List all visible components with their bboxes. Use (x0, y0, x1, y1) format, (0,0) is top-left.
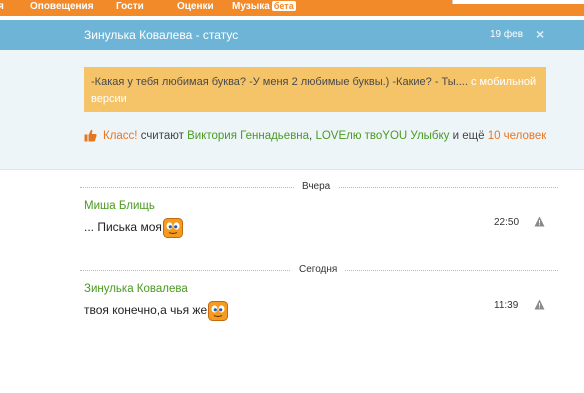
status-header: Зинулька Ковалева - статус 19 фев × (0, 20, 584, 50)
day-separator: Сегодня (80, 263, 558, 277)
message-item: Миша Блищь ... Писька моя 22:50 (84, 199, 554, 238)
more-likers-link[interactable]: 10 человек (488, 130, 547, 142)
like-considers: считают (137, 130, 188, 142)
message-text: ... Писька моя (84, 220, 162, 235)
day-label: Сегодня (291, 263, 346, 277)
status-date: 19 фев (490, 29, 524, 40)
smiley-icon (208, 301, 229, 321)
liker-link-1[interactable]: Виктория Геннадьевна (187, 130, 309, 142)
report-icon[interactable] (534, 216, 545, 227)
report-icon[interactable] (534, 299, 545, 310)
close-icon[interactable]: × (536, 26, 544, 42)
smiley-icon (162, 218, 183, 238)
liker-link-2[interactable]: LOVEлю твоYOU Улыбку (315, 130, 449, 142)
beta-badge: бета (271, 1, 296, 11)
klass-link[interactable]: Класс! (103, 130, 138, 142)
status-bubble: -Какая у тебя любимая буква? -У меня 2 л… (84, 67, 546, 112)
message-text-row: ... Писька моя (84, 218, 554, 238)
thumbs-up-icon[interactable] (84, 129, 97, 142)
status-title[interactable]: Зинулька Ковалева - статус (84, 28, 238, 42)
message-text-row: твоя конечно,а чья же (84, 301, 554, 321)
nav-item-me[interactable]: я (0, 1, 4, 13)
nav-item-notifications[interactable]: Оповещения (30, 1, 94, 13)
day-separator: Вчера (80, 180, 558, 194)
top-nav: я Оповещения Гости Оценки Музыка бета (0, 0, 584, 16)
message-author[interactable]: Зинулька Ковалева (84, 282, 554, 296)
message-text: твоя конечно,а чья же (84, 303, 208, 318)
like-text: Класс! считают Виктория Геннадьевна, LOV… (84, 128, 554, 145)
nav-item-music-label: Музыка (232, 1, 270, 12)
status-text: -Какая у тебя любимая буква? -У меня 2 л… (91, 76, 468, 88)
nav-item-ratings[interactable]: Оценки (177, 1, 214, 13)
status-body: -Какая у тебя любимая буква? -У меня 2 л… (0, 50, 584, 170)
nav-item-music[interactable]: Музыка бета (232, 1, 296, 13)
like-line: Класс! считают Виктория Геннадьевна, LOV… (84, 128, 554, 145)
message-time: 11:39 (494, 300, 519, 311)
like-and-more: и ещё (449, 130, 488, 142)
search-input[interactable] (452, 0, 584, 4)
nav-item-guests[interactable]: Гости (116, 1, 144, 13)
message-author[interactable]: Миша Блищь (84, 199, 554, 213)
message-time: 22:50 (494, 217, 520, 228)
message-item: Зинулька Ковалева твоя конечно,а чья же … (84, 282, 554, 321)
day-label: Вчера (294, 180, 339, 194)
